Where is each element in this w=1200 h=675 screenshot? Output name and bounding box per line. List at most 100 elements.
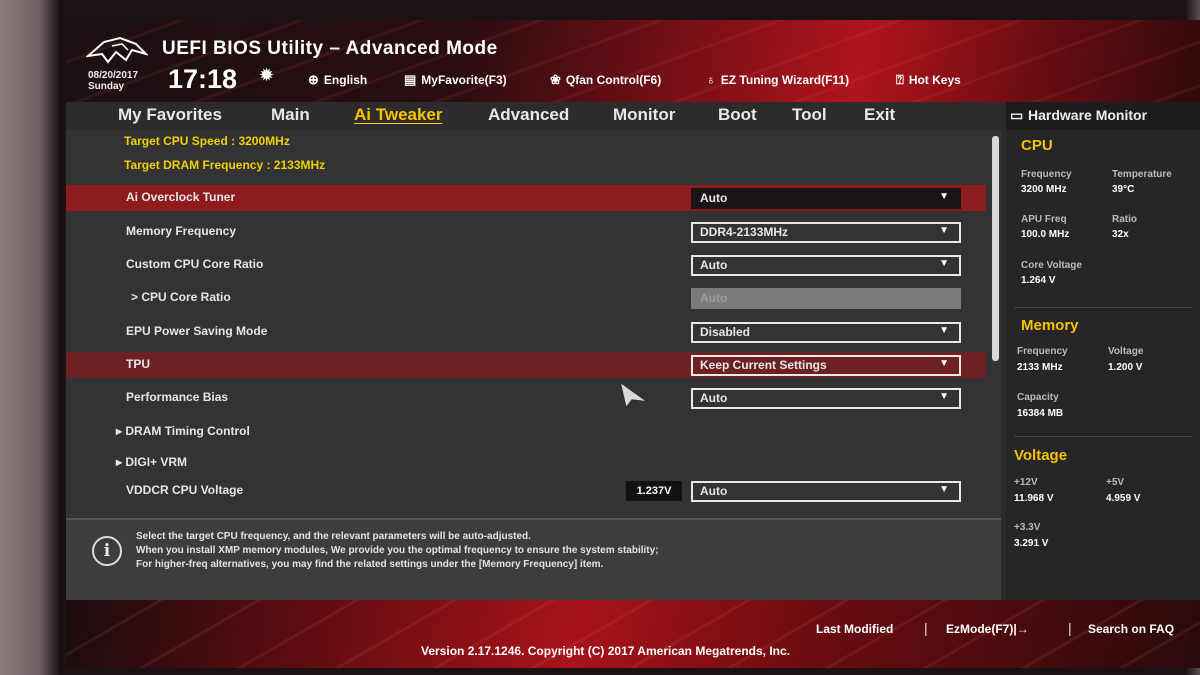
dropdown-arrow-icon: ▼ — [939, 258, 949, 269]
settings-panel: Target CPU Speed : 3200MHz Target DRAM F… — [66, 130, 1001, 518]
clock-display[interactable]: 17:18 — [168, 64, 237, 95]
epu-power-saving-select[interactable]: Disabled ▼ — [691, 322, 961, 343]
language-label: English — [323, 73, 368, 87]
gear-icon[interactable]: ✹ — [259, 65, 274, 86]
submenu-dram-timing-control[interactable]: ▸ DRAM Timing Control — [66, 419, 986, 445]
hw-label: APU Freq — [1021, 214, 1067, 225]
dropdown-arrow-icon: ▼ — [939, 358, 949, 369]
ai-overclock-tuner-select[interactable]: Auto ▼ — [691, 188, 961, 209]
v5-value: 4.959 V — [1106, 493, 1141, 504]
cpu-temperature-value: 39°C — [1112, 184, 1135, 195]
last-modified-button[interactable]: Last Modified — [816, 622, 893, 636]
qfan-label: Qfan Control(F6) — [565, 73, 662, 87]
select-value: Auto — [700, 191, 728, 205]
tab-tool[interactable]: Tool — [792, 105, 827, 125]
memory-voltage-value: 1.200 V — [1108, 362, 1143, 373]
hw-divider — [1014, 436, 1192, 437]
ezmode-button[interactable]: EzMode(F7)|→ — [946, 622, 1029, 636]
hw-label: Frequency — [1021, 169, 1072, 180]
memory-capacity-value: 16384 MB — [1017, 408, 1064, 419]
hw-label: Core Voltage — [1021, 260, 1082, 271]
hw-label: +5V — [1106, 477, 1125, 488]
submenu-digi-vrm[interactable]: ▸ DIGI+ VRM — [66, 450, 986, 476]
tpu-select[interactable]: Keep Current Settings ▼ — [691, 355, 961, 376]
setting-label: > CPU Core Ratio — [131, 290, 231, 304]
settings-scrollbar[interactable] — [992, 136, 999, 361]
hotkeys-label: Hot Keys — [908, 73, 961, 87]
setting-row-memory-frequency[interactable]: Memory Frequency DDR4-2133MHz ▼ — [66, 219, 986, 245]
globe-icon: ⊕ — [308, 72, 319, 87]
day-text: Sunday — [88, 81, 125, 92]
hw-memory-title: Memory — [1021, 317, 1079, 334]
select-value: Disabled — [700, 325, 751, 339]
monitor-icon: ▭ — [1010, 107, 1024, 123]
hw-label: Temperature — [1112, 169, 1172, 180]
page-title: UEFI BIOS Utility – Advanced Mode — [162, 38, 498, 59]
submenu-label: ▸ DRAM Timing Control — [116, 424, 250, 438]
tab-my-favorites[interactable]: My Favorites — [118, 105, 222, 125]
hw-cpu-title: CPU — [1021, 137, 1053, 154]
select-value: Auto — [700, 484, 728, 498]
cpu-ratio-value: 32x — [1112, 229, 1129, 240]
tab-boot[interactable]: Boot — [718, 105, 757, 125]
setting-row-cpu-core-ratio: > CPU Core Ratio Auto — [66, 285, 986, 311]
select-value: Keep Current Settings — [700, 358, 827, 372]
setting-row-epu-power-saving-mode[interactable]: EPU Power Saving Mode Disabled ▼ — [66, 319, 986, 345]
v12-value: 11.968 V — [1014, 493, 1054, 504]
tab-main[interactable]: Main — [271, 105, 310, 125]
setting-label: VDDCR CPU Voltage — [126, 483, 244, 497]
dropdown-arrow-icon: ▼ — [939, 391, 949, 402]
setting-row-tpu[interactable]: TPU Keep Current Settings ▼ — [66, 352, 986, 378]
language-button[interactable]: ⊕ English — [308, 72, 367, 88]
tab-monitor[interactable]: Monitor — [613, 105, 675, 125]
hw-divider — [1014, 307, 1192, 308]
search-faq-button[interactable]: Search on FAQ — [1088, 622, 1174, 636]
field-value: Auto — [700, 291, 728, 305]
hardware-monitor-header: ▭ Hardware Monitor — [1006, 102, 1200, 130]
hw-label: Ratio — [1112, 214, 1137, 225]
myfavorite-label: MyFavorite(F3) — [421, 73, 507, 87]
hw-label: Voltage — [1108, 346, 1144, 357]
hw-label: +3.3V — [1014, 522, 1041, 533]
header-bar: UEFI BIOS Utility – Advanced Mode 08/20/… — [66, 20, 1200, 102]
myfavorite-button[interactable]: ▤ MyFavorite(F3) — [404, 72, 507, 88]
tab-exit[interactable]: Exit — [864, 105, 895, 125]
mouse-cursor-icon — [618, 380, 649, 410]
tab-ai-tweaker[interactable]: Ai Tweaker — [354, 105, 443, 125]
favorite-list-icon: ▤ — [404, 72, 417, 87]
setting-row-vddcr-cpu-voltage[interactable]: VDDCR CPU Voltage 1.237V Auto ▼ — [66, 478, 986, 504]
version-copyright: Version 2.17.1246. Copyright (C) 2017 Am… — [421, 644, 791, 658]
setting-label: Custom CPU Core Ratio — [126, 257, 264, 271]
performance-bias-select[interactable]: Auto ▼ — [691, 388, 961, 409]
custom-cpu-core-ratio-select[interactable]: Auto ▼ — [691, 255, 961, 276]
help-text-line: For higher-freq alternatives, you may fi… — [136, 559, 604, 570]
hardware-monitor-panel: ▭ Hardware Monitor CPU Frequency Tempera… — [1006, 102, 1200, 600]
submenu-label: ▸ DIGI+ VRM — [116, 455, 188, 469]
setting-row-custom-cpu-core-ratio[interactable]: Custom CPU Core Ratio Auto ▼ — [66, 252, 986, 278]
vddcr-cpu-voltage-select[interactable]: Auto ▼ — [691, 481, 961, 502]
cpu-core-ratio-field: Auto — [691, 288, 961, 309]
setting-row-ai-overclock-tuner[interactable]: Ai Overclock Tuner Auto ▼ — [66, 185, 986, 211]
submenu-text: DIGI+ VRM — [125, 455, 188, 469]
v33-value: 3.291 V — [1014, 538, 1049, 549]
submenu-text: DRAM Timing Control — [125, 424, 250, 438]
setting-label: Memory Frequency — [126, 224, 237, 238]
setting-row-performance-bias[interactable]: Performance Bias Auto ▼ — [66, 385, 986, 411]
memory-frequency-select[interactable]: DDR4-2133MHz ▼ — [691, 222, 961, 243]
tab-advanced[interactable]: Advanced — [488, 105, 569, 125]
date-display: 08/20/2017 Sunday — [88, 70, 138, 92]
footer-separator: | — [924, 620, 928, 636]
info-icon: i — [92, 536, 122, 566]
monitor-bezel: UEFI BIOS Utility – Advanced Mode 08/20/… — [0, 0, 1200, 675]
select-value: Auto — [700, 258, 728, 272]
question-box-icon: ⍰ — [896, 72, 904, 87]
ez-tuning-wizard-button[interactable]: ♁ EZ Tuning Wizard(F11) — [706, 72, 849, 87]
setting-label: Performance Bias — [126, 390, 229, 404]
main-tabs: My Favorites Main Ai Tweaker Advanced Mo… — [66, 102, 1001, 130]
voltage-reading: 1.237V — [626, 481, 682, 501]
date-text: 08/20/2017 — [88, 70, 139, 81]
dropdown-arrow-icon: ▼ — [939, 225, 949, 236]
hot-keys-button[interactable]: ⍰ Hot Keys — [896, 72, 961, 88]
qfan-control-button[interactable]: ❀ Qfan Control(F6) — [550, 72, 661, 88]
target-dram-frequency: Target DRAM Frequency : 2133MHz — [124, 158, 326, 172]
